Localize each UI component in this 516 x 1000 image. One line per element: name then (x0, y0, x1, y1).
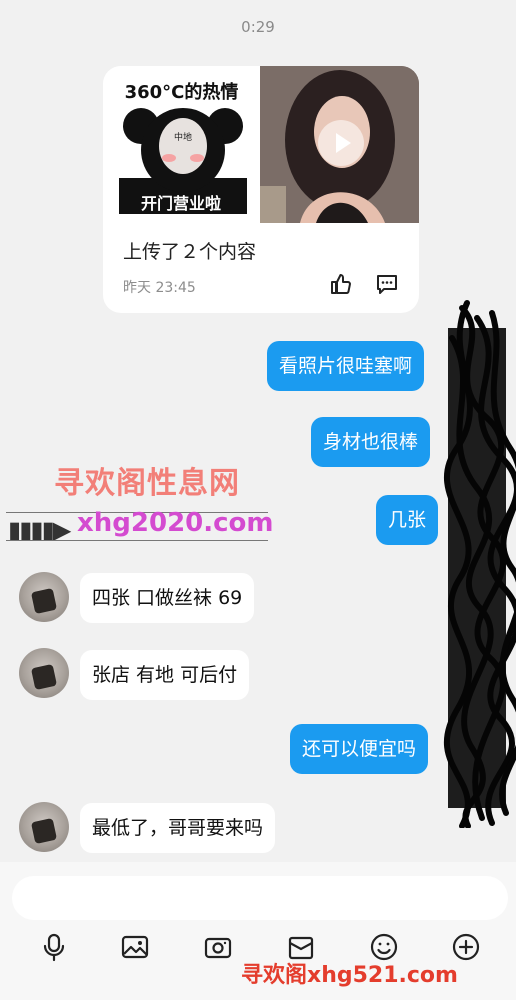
like-icon[interactable] (329, 272, 353, 296)
microphone-icon[interactable] (39, 932, 69, 962)
meme-thumbnail[interactable]: 360°C的热情 中地 开门营业啦 (103, 66, 260, 223)
message-composer: 寻欢阁xhg521.com (0, 862, 516, 1000)
watermark-url: xhg2020.com (77, 508, 274, 538)
message-bubble-outgoing[interactable]: 看照片很哇塞啊 (267, 341, 425, 391)
meme-title: 360°C的热情 (124, 82, 239, 103)
watermark-divider (6, 540, 268, 541)
post-time: 昨天 23:45 (123, 280, 196, 296)
meme-face-text: 中地 (174, 131, 192, 143)
contact-avatar[interactable] (19, 802, 69, 852)
image-icon[interactable] (120, 932, 150, 962)
contact-avatar[interactable] (19, 648, 69, 698)
play-icon[interactable] (318, 120, 364, 166)
chat-timestamp: 0:29 (241, 18, 275, 36)
post-summary-text: 上传了２个内容 (123, 241, 257, 263)
meme-caption: 开门营业啦 (140, 194, 221, 213)
message-bubble-incoming[interactable]: 四张 口做丝袜 69 (80, 573, 255, 623)
video-thumbnail[interactable] (260, 66, 419, 223)
message-input[interactable] (12, 876, 508, 920)
message-bubble-outgoing[interactable]: 几张 (376, 495, 439, 545)
camera-icon[interactable] (203, 932, 233, 962)
message-bubble-outgoing[interactable]: 还可以便宜吗 (290, 724, 429, 774)
contact-avatar[interactable] (19, 572, 69, 622)
watermark-title: 寻欢阁性息网 (54, 466, 240, 501)
footer-watermark: 寻欢阁xhg521.com (241, 963, 458, 988)
message-bubble-incoming[interactable]: 最低了，哥哥要来吗 (80, 803, 276, 853)
comment-icon[interactable] (375, 272, 399, 296)
post-card[interactable]: 360°C的热情 中地 开门营业啦 上传了２个内容 昨天 23:45 (103, 66, 419, 313)
message-bubble-incoming[interactable]: 张店 有地 可后付 (80, 650, 250, 700)
message-bubble-outgoing[interactable]: 身材也很棒 (311, 417, 431, 467)
redaction-scribble (443, 300, 516, 828)
